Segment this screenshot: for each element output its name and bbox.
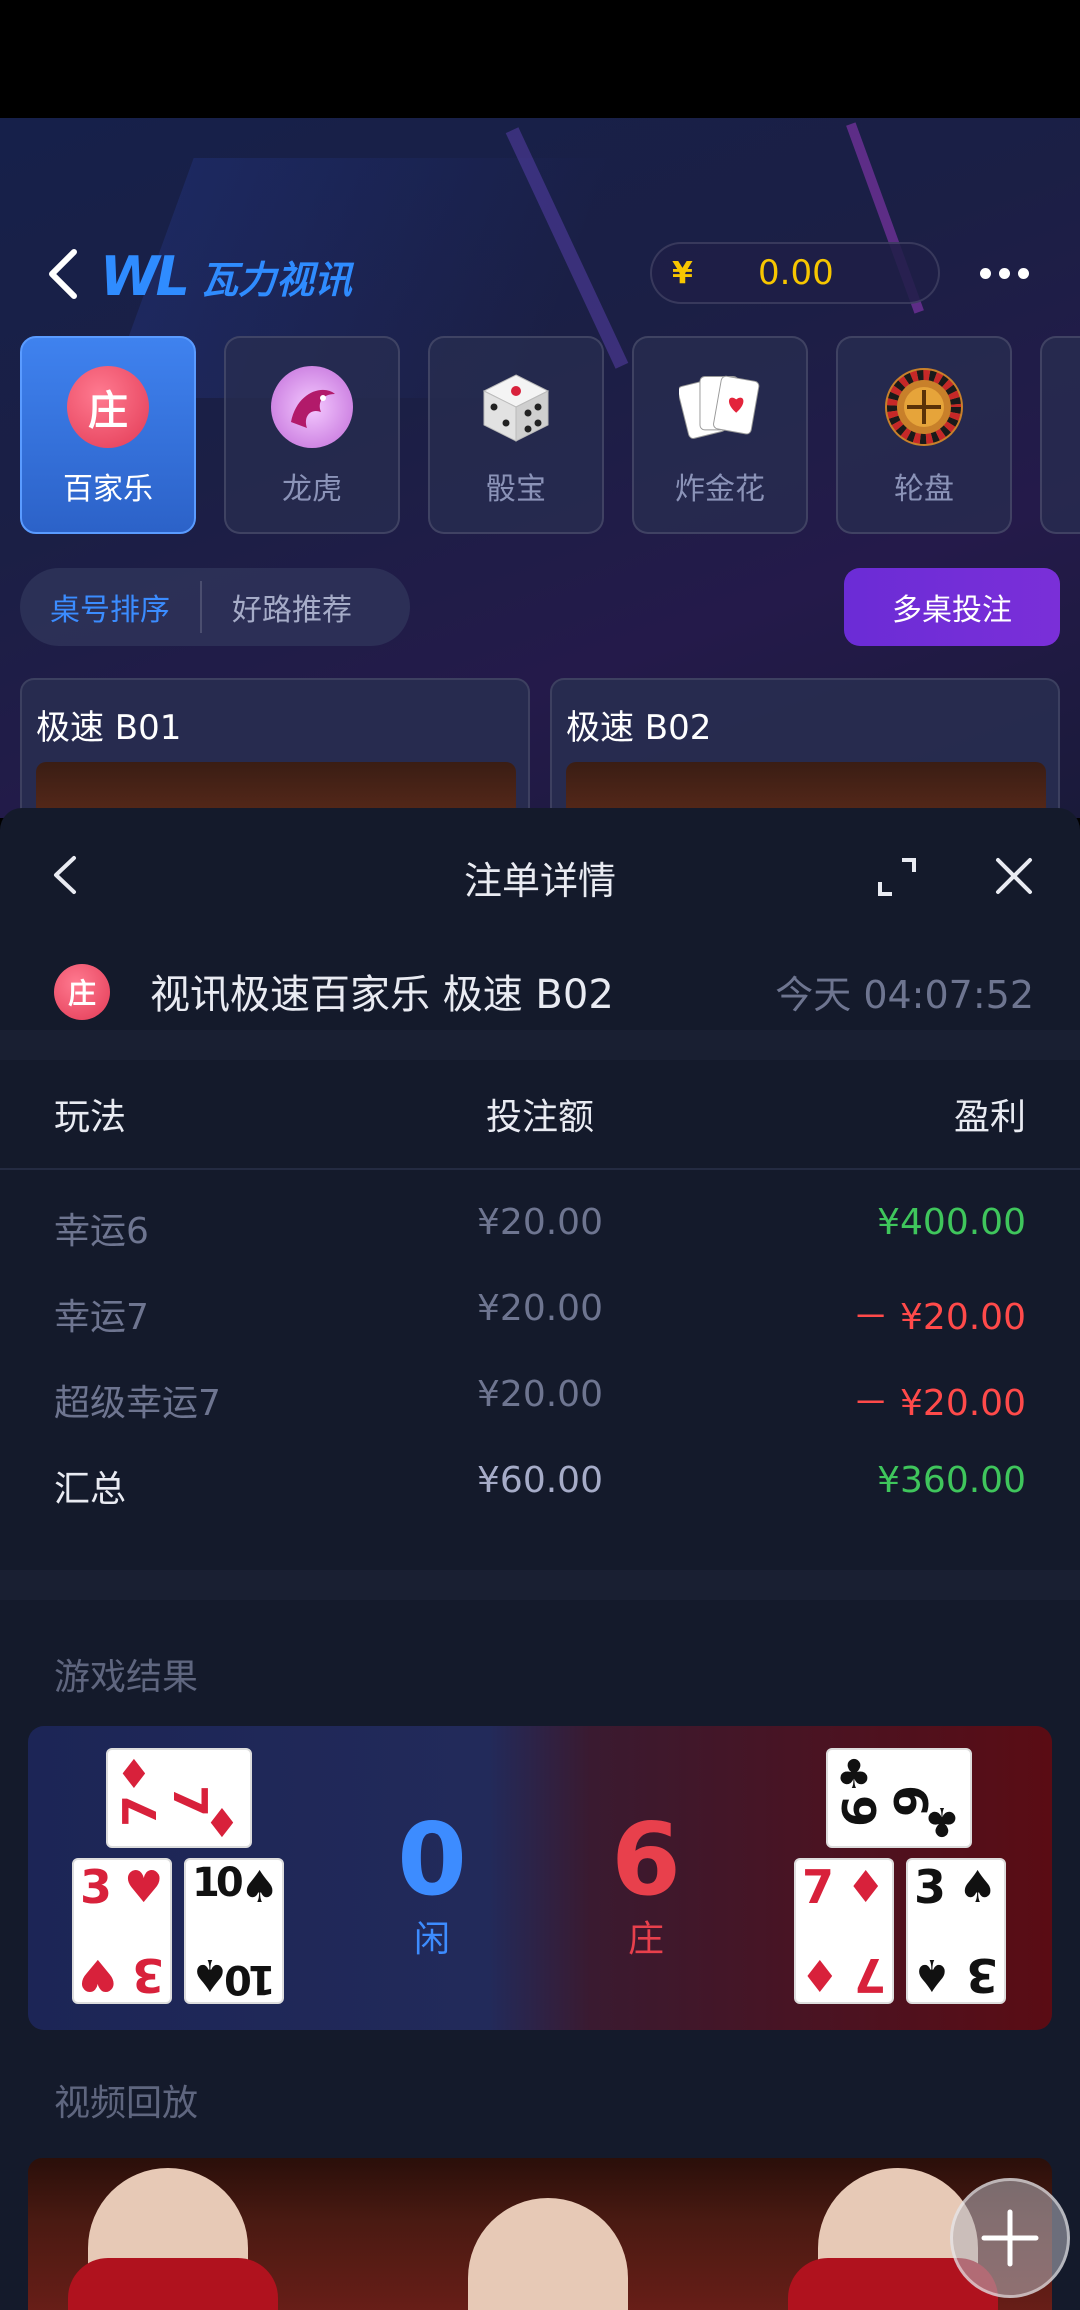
player-score: 0 闲 — [372, 1810, 492, 1962]
sort-tabs: 桌号排序 好路推荐 — [20, 568, 410, 646]
game-tab-more[interactable] — [1040, 336, 1080, 534]
table-name: 极速 B02 — [566, 708, 712, 748]
dot-icon — [980, 267, 991, 279]
player-card-2: 10 ♠ ♠ 10 — [184, 1858, 284, 2004]
tab-sort-by-table[interactable]: 桌号排序 — [20, 585, 200, 629]
column-header-profit: 盈利 — [953, 1097, 1026, 1138]
close-button[interactable] — [994, 856, 1034, 896]
expand-button[interactable] — [876, 856, 918, 898]
bet-detail-sheet: 注单详情 庄 视讯极速百家乐 极速 B02 今天 04:07:52 玩法 投注额… — [0, 808, 1080, 2310]
column-header-amount: 投注额 — [485, 1097, 594, 1138]
banker-card-3: 6 ♣ ♣ 6 — [826, 1748, 972, 1848]
more-menu-button[interactable] — [980, 258, 1036, 288]
profit-value: ¥400.00 — [877, 1202, 1026, 1243]
dragon-icon — [271, 366, 353, 448]
summary-profit: ¥360.00 — [877, 1460, 1026, 1501]
player-card-1: 3 ♥ ♥ 3 — [72, 1858, 172, 2004]
game-tab-roulette[interactable]: 轮盘 — [836, 336, 1012, 534]
cards-icon — [679, 366, 761, 448]
game-tab-three-card[interactable]: 炸金花 — [632, 336, 808, 534]
summary-row: 汇总 ¥60.00 ¥360.00 — [0, 1438, 1080, 1524]
multi-table-bet-button[interactable]: 多桌投注 — [844, 568, 1060, 646]
bet-game-title: 视讯极速百家乐 极速 B02 — [150, 972, 614, 1018]
balance-pill[interactable]: ¥ 0.00 — [650, 242, 940, 304]
profit-value: － ¥20.00 — [852, 1297, 1026, 1338]
section-divider — [0, 1570, 1080, 1600]
brand-logo: WL 瓦力视讯 — [100, 244, 352, 308]
banker-label: 庄 — [627, 1919, 664, 1960]
table-card-b02[interactable]: 极速 B02 — [550, 678, 1060, 818]
bet-info-row: 庄 视讯极速百家乐 极速 B02 今天 04:07:52 — [0, 948, 1080, 1024]
game-tab-sic-bo[interactable]: 骰宝 — [428, 336, 604, 534]
currency-icon: ¥ — [672, 255, 693, 291]
dot-icon — [999, 267, 1010, 279]
status-bar — [0, 0, 1080, 118]
banker-badge: 庄 — [54, 964, 110, 1020]
game-tab-label: 百家乐 — [63, 472, 153, 507]
dice-icon — [475, 366, 557, 448]
dot-icon — [1018, 267, 1029, 279]
section-divider — [0, 1030, 1080, 1060]
video-replay-player[interactable] — [28, 2158, 1052, 2310]
video-replay-label: 视频回放 — [54, 2083, 199, 2124]
banker-card-1: 7 ♦ ♦ 7 — [794, 1858, 894, 2004]
expand-icon — [878, 858, 916, 896]
plus-icon — [981, 2209, 1039, 2267]
game-result-label: 游戏结果 — [54, 1657, 199, 1698]
balance-amount: 0.00 — [758, 253, 834, 293]
game-tab-label: 龙虎 — [282, 472, 342, 507]
add-floating-button[interactable] — [950, 2178, 1070, 2298]
table-row: 幸运6 ¥20.00 ¥400.00 — [0, 1180, 1080, 1266]
baccarat-icon: 庄 — [67, 366, 149, 448]
table-name: 极速 B01 — [36, 708, 182, 748]
bet-timestamp: 今天 04:07:52 — [775, 973, 1034, 1017]
lobby-header: WL 瓦力视讯 ¥ 0.00 — [0, 228, 1080, 318]
game-result-panel: 7 ♦ ♦ 7 3 ♥ ♥ 3 10 ♠ ♠ 10 0 闲 6 庄 6 ♣ ♣ … — [28, 1726, 1052, 2030]
player-label: 闲 — [413, 1919, 450, 1960]
tab-recommended-roads[interactable]: 好路推荐 — [202, 585, 382, 629]
game-category-row: 庄 百家乐 龙虎 骰宝 炸金花 轮盘 — [20, 336, 1080, 534]
banker-score-value: 6 — [611, 1801, 681, 1918]
banker-card-2: 3 ♠ ♠ 3 — [906, 1858, 1006, 2004]
table-header: 玩法 投注额 盈利 — [0, 1060, 1080, 1170]
logo-text: 瓦力视讯 — [199, 257, 352, 302]
table-row: 超级幸运7 ¥20.00 － ¥20.00 — [0, 1352, 1080, 1438]
profit-value: － ¥20.00 — [852, 1383, 1026, 1424]
player-score-value: 0 — [397, 1801, 467, 1918]
roulette-icon — [883, 366, 965, 448]
game-tab-label: 炸金花 — [675, 472, 765, 507]
bets-table: 玩法 投注额 盈利 幸运6 ¥20.00 ¥400.00 幸运7 ¥20.00 … — [0, 1060, 1080, 1524]
back-button[interactable] — [40, 246, 90, 302]
close-icon — [996, 858, 1032, 894]
sheet-header: 注单详情 — [0, 808, 1080, 940]
banker-score: 6 庄 — [586, 1810, 706, 1962]
player-card-3: 7 ♦ ♦ 7 — [106, 1748, 252, 1848]
game-tab-label: 骰宝 — [486, 472, 546, 507]
table-row: 幸运7 ¥20.00 － ¥20.00 — [0, 1266, 1080, 1352]
game-tab-dragon-tiger[interactable]: 龙虎 — [224, 336, 400, 534]
logo-mark: WL — [100, 244, 190, 308]
table-card-b01[interactable]: 极速 B01 — [20, 678, 530, 818]
game-tab-label: 轮盘 — [894, 472, 954, 507]
chevron-left-icon — [49, 249, 77, 299]
sheet-title: 注单详情 — [463, 859, 616, 903]
game-tab-baccarat[interactable]: 庄 百家乐 — [20, 336, 196, 534]
